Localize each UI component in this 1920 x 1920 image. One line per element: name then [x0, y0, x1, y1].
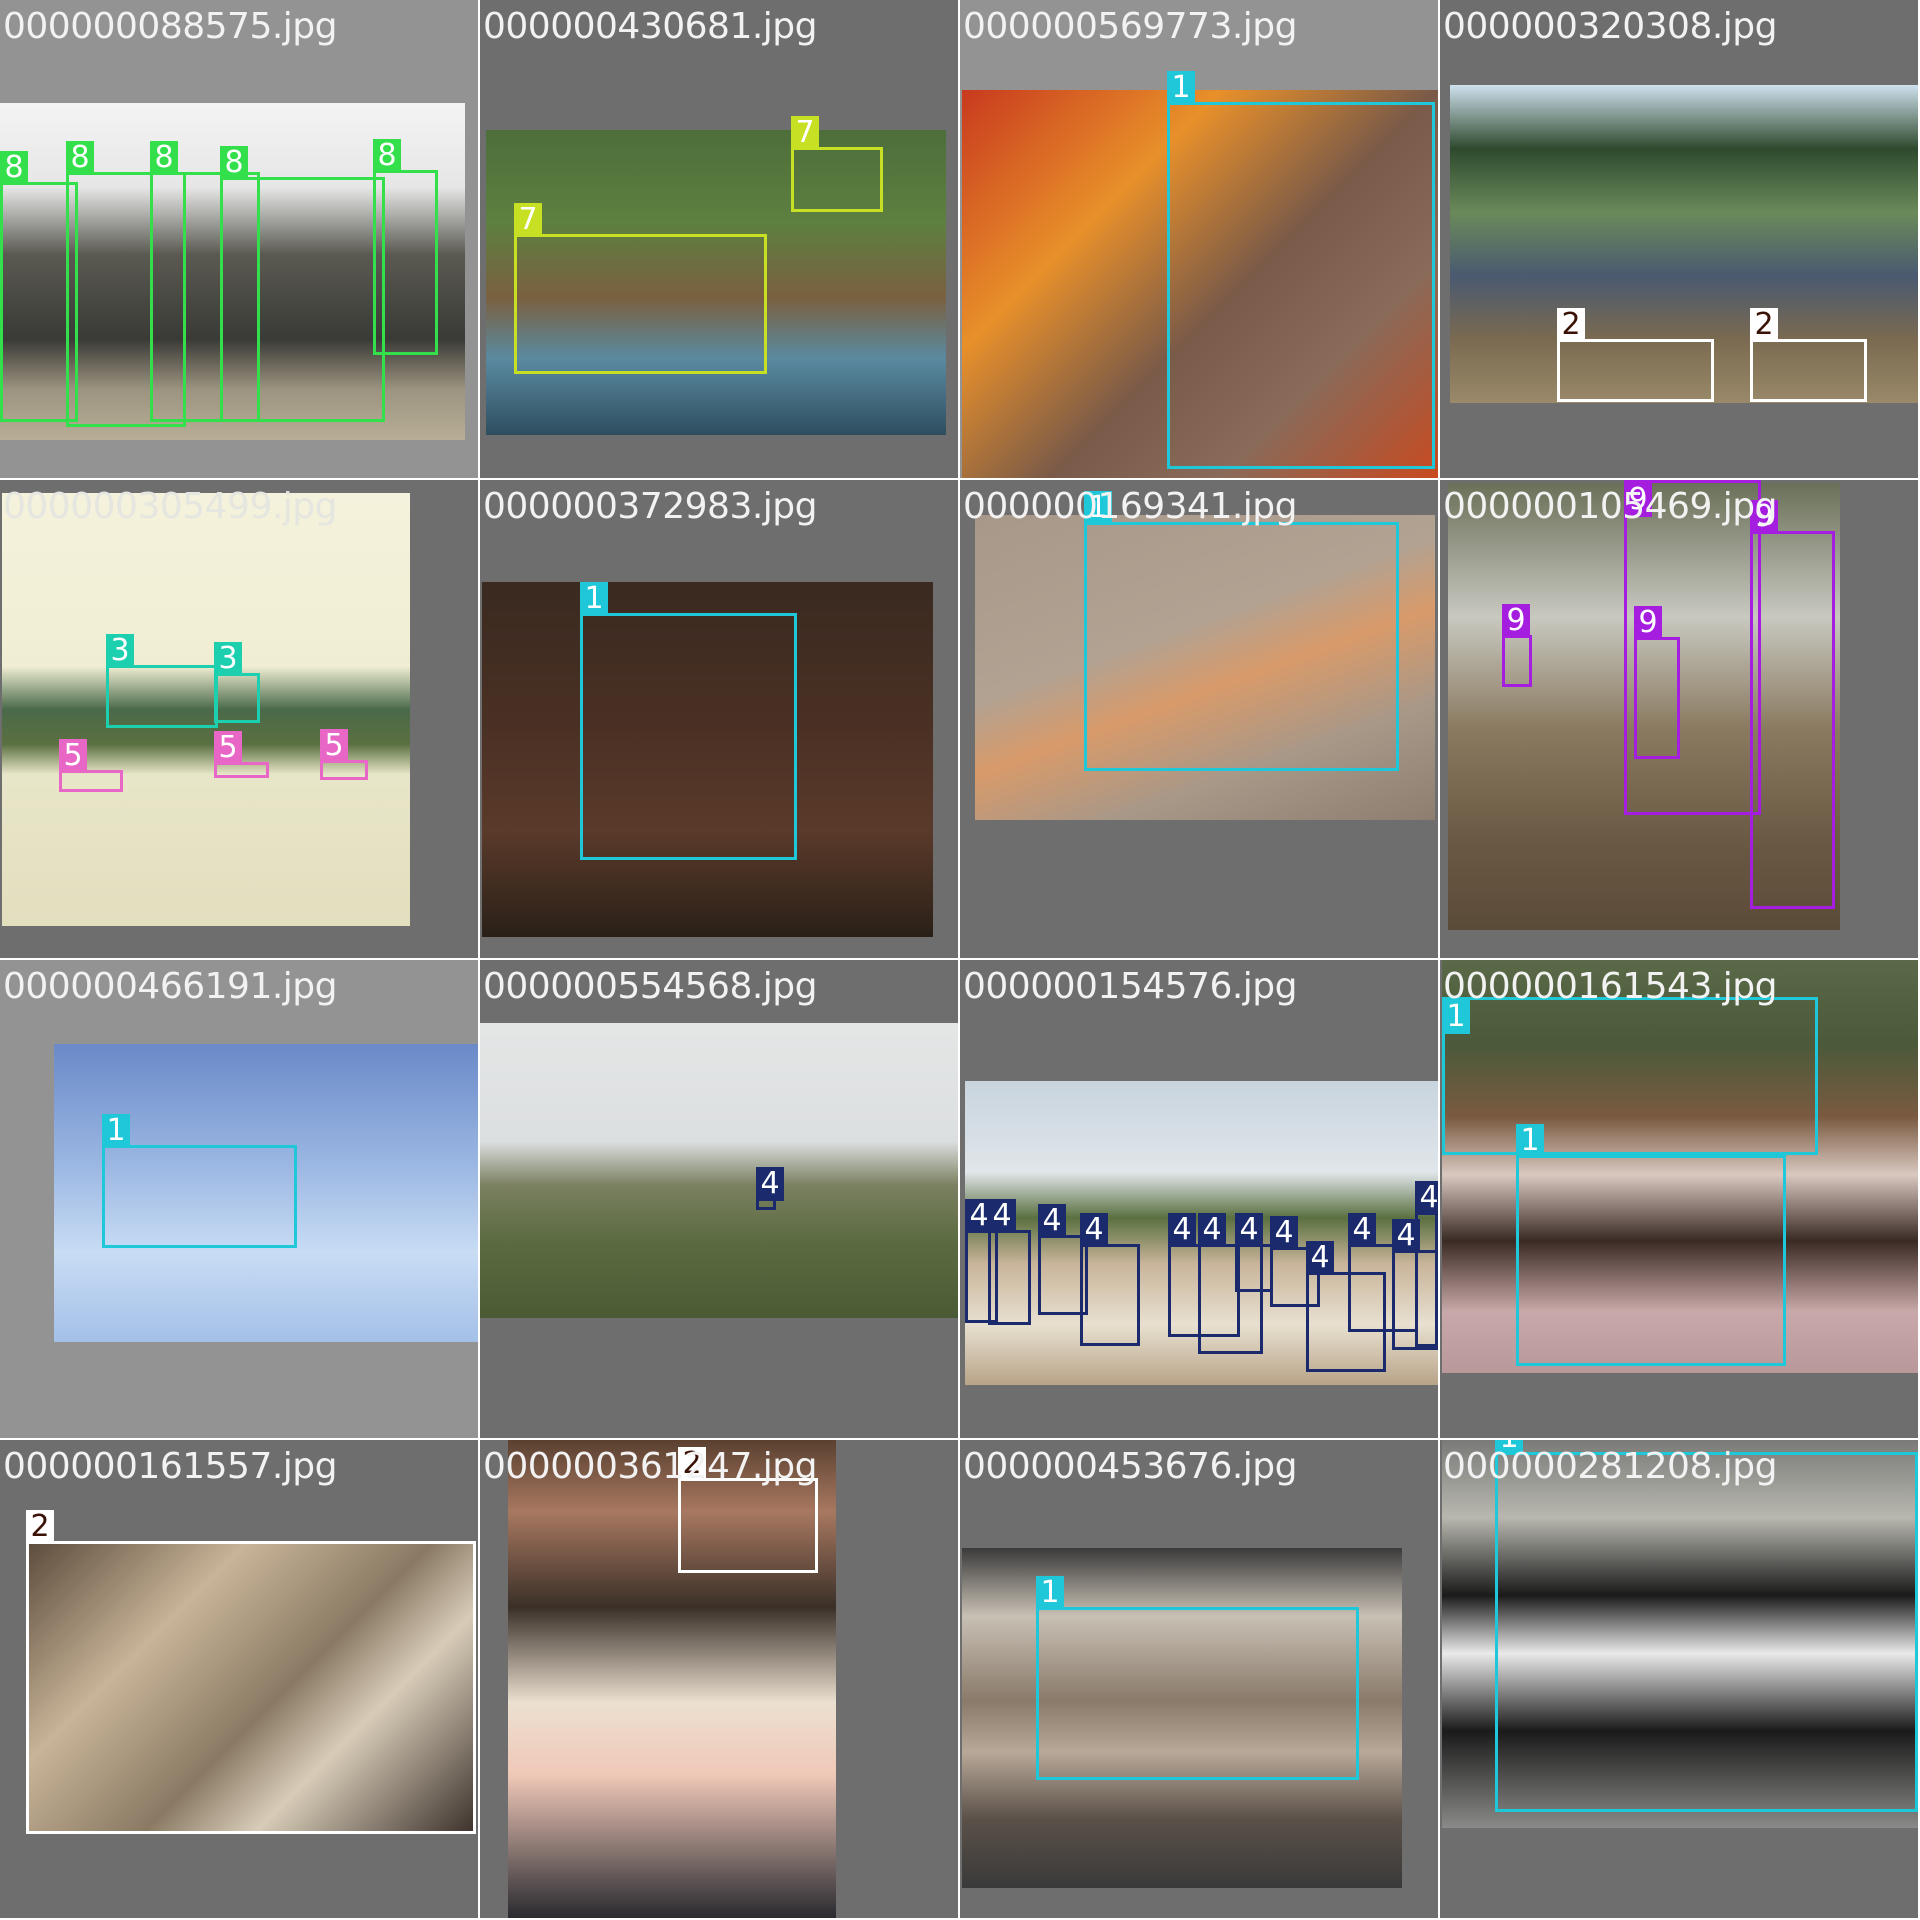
grid-tile: 000000154576.jpg 4 4 4 4 4 4 4 4 4 4 4 4	[960, 960, 1438, 1438]
tile-filename: 000000169341.jpg	[963, 486, 1298, 527]
detection-label: 1	[1167, 71, 1195, 105]
tile-filename: 000000154576.jpg	[963, 966, 1298, 1007]
detection-label: 8	[0, 151, 28, 185]
detection-label: 5	[320, 729, 348, 763]
detection-box: 9	[1502, 604, 1532, 687]
detection-label: 4	[1198, 1213, 1226, 1247]
detection-label: 4	[1168, 1213, 1196, 1247]
detection-label: 3	[106, 634, 134, 668]
image-grid: 000000088575.jpg 8 8 8 8 8 000000430681.…	[0, 0, 1920, 1920]
tile-filename: 000000569773.jpg	[963, 6, 1298, 47]
detection-box: 2	[1750, 308, 1867, 402]
tile-filename: 000000161557.jpg	[3, 1446, 338, 1487]
tile-filename: 000000372983.jpg	[483, 486, 818, 527]
detection-label: 8	[373, 139, 401, 173]
tile-filename: 000000361247.jpg	[483, 1446, 818, 1487]
detection-box: 9	[1634, 606, 1680, 759]
detection-label: 1	[580, 582, 608, 616]
detection-box: 7	[791, 116, 883, 212]
detection-box: 8	[373, 139, 438, 355]
detection-label: 1	[1036, 1576, 1064, 1610]
detection-box: 3	[214, 642, 260, 723]
detection-label: 1	[102, 1114, 130, 1148]
tile-filename: 000000105469.jpg	[1443, 486, 1778, 527]
tile-filename: 000000281208.jpg	[1443, 1446, 1778, 1487]
detection-label: 5	[59, 739, 87, 773]
detection-box: 1	[1036, 1576, 1359, 1780]
detection-label: 8	[150, 141, 178, 175]
detection-box: 2	[1557, 308, 1714, 402]
detection-box: 4	[1415, 1181, 1438, 1347]
detection-box: 2	[26, 1510, 476, 1834]
detection-label: 4	[1080, 1213, 1108, 1247]
detection-label: 7	[791, 116, 819, 150]
detection-box: 1	[1084, 491, 1399, 771]
detection-label: 3	[214, 642, 242, 676]
grid-tile: 000000453676.jpg 1	[960, 1440, 1438, 1918]
detection-label: 5	[214, 731, 242, 765]
tile-filename: 000000466191.jpg	[3, 966, 338, 1007]
grid-tile: 000000281208.jpg 1	[1440, 1440, 1918, 1918]
grid-tile: 000000361247.jpg 2	[480, 1440, 958, 1918]
grid-tile: 000000169341.jpg 1	[960, 480, 1438, 958]
detection-label: 4	[756, 1167, 784, 1201]
detection-label: 2	[1557, 308, 1585, 342]
detection-box: 1	[1495, 1440, 1918, 1812]
detection-label: 4	[1270, 1216, 1298, 1250]
detection-box: 4	[756, 1167, 784, 1210]
detection-box: 8	[220, 146, 385, 422]
detection-label: 8	[66, 141, 94, 175]
tile-filename: 000000161543.jpg	[1443, 966, 1778, 1007]
detection-label: 8	[220, 146, 248, 180]
detection-box: 1	[102, 1114, 297, 1248]
grid-tile: 000000554568.jpg 4	[480, 960, 958, 1438]
detection-label: 4	[1038, 1204, 1066, 1238]
detection-box: 9	[1750, 500, 1835, 909]
detection-box: 4	[988, 1199, 1031, 1325]
detection-box: 1	[1442, 997, 1818, 1155]
tile-filename: 000000088575.jpg	[3, 6, 338, 47]
detection-box: 1	[1516, 1124, 1786, 1366]
detection-box: 4	[1235, 1213, 1273, 1292]
grid-tile: 000000569773.jpg 1	[960, 0, 1438, 478]
detection-label: 4	[988, 1199, 1016, 1233]
detection-label: 4	[1415, 1181, 1438, 1215]
grid-tile: 000000161557.jpg 2	[0, 1440, 478, 1918]
detection-label: 2	[1750, 308, 1778, 342]
tile-photo	[480, 1023, 958, 1318]
detection-label: 2	[26, 1510, 54, 1544]
grid-tile: 000000305499.jpg 3 3 5 5 5	[0, 480, 478, 958]
detection-box: 5	[59, 739, 123, 792]
grid-tile: 000000320308.jpg 2 2	[1440, 0, 1918, 478]
detection-box: 3	[106, 634, 218, 728]
detection-label: 7	[514, 203, 542, 237]
detection-label: 9	[1634, 606, 1662, 640]
detection-box: 2	[678, 1447, 818, 1573]
tile-filename: 000000320308.jpg	[1443, 6, 1778, 47]
grid-tile: 000000161543.jpg 1 1	[1440, 960, 1918, 1438]
detection-box: 1	[1167, 71, 1435, 469]
detection-box: 1	[580, 582, 797, 860]
grid-tile: 000000088575.jpg 8 8 8 8 8	[0, 0, 478, 478]
detection-box: 5	[320, 729, 368, 780]
detection-box: 4	[1080, 1213, 1140, 1346]
detection-label: 4	[1306, 1241, 1334, 1275]
tile-filename: 000000305499.jpg	[3, 486, 338, 527]
tile-filename: 000000554568.jpg	[483, 966, 818, 1007]
detection-label: 4	[1348, 1213, 1376, 1247]
tile-filename: 000000453676.jpg	[963, 1446, 1298, 1487]
detection-box: 5	[214, 731, 269, 778]
detection-label: 4	[1235, 1213, 1263, 1247]
grid-tile: 000000466191.jpg 1	[0, 960, 478, 1438]
tile-filename: 000000430681.jpg	[483, 6, 818, 47]
grid-tile: 000000372983.jpg 1	[480, 480, 958, 958]
detection-box: 7	[514, 203, 767, 374]
detection-label: 9	[1502, 604, 1530, 638]
grid-tile: 000000430681.jpg 7 7	[480, 0, 958, 478]
detection-label: 1	[1516, 1124, 1544, 1158]
grid-tile: 000000105469.jpg 9 9 9 9	[1440, 480, 1918, 958]
